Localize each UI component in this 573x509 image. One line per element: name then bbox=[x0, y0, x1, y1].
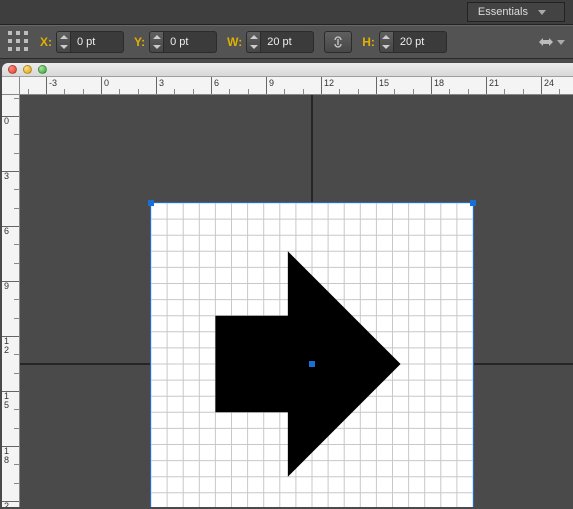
reference-point-grid[interactable] bbox=[8, 31, 30, 53]
more-options-button[interactable] bbox=[537, 31, 565, 53]
h-stepper[interactable] bbox=[379, 31, 393, 53]
ruler-tick: 0 bbox=[101, 77, 102, 95]
w-label: W: bbox=[227, 35, 242, 49]
arrow-up-icon bbox=[60, 35, 68, 39]
chevron-down-icon bbox=[538, 10, 546, 15]
chevron-down-icon bbox=[557, 40, 565, 45]
h-input[interactable] bbox=[393, 31, 447, 53]
h-label: H: bbox=[362, 35, 375, 49]
selection-handle[interactable] bbox=[470, 200, 476, 206]
ruler-vertical[interactable]: -3036912151821 bbox=[2, 95, 20, 507]
ruler-origin[interactable] bbox=[2, 77, 20, 95]
ruler-tick: 0 bbox=[2, 116, 20, 117]
ruler-tick: 12 bbox=[321, 77, 322, 95]
w-stepper[interactable] bbox=[246, 31, 260, 53]
y-stepper[interactable] bbox=[149, 31, 163, 53]
zoom-icon[interactable] bbox=[38, 65, 47, 74]
ruler-tick: 15 bbox=[2, 391, 20, 392]
y-label: Y: bbox=[134, 35, 145, 49]
minimize-icon[interactable] bbox=[23, 65, 32, 74]
ruler-tick: -3 bbox=[46, 77, 47, 95]
ruler-tick: 6 bbox=[2, 226, 20, 227]
options-bar: X: Y: W: bbox=[0, 25, 573, 59]
selection-center[interactable] bbox=[309, 361, 315, 367]
document-window: -6-303691215182124 -3036912151821 bbox=[2, 63, 573, 507]
ruler-tick: 3 bbox=[156, 77, 157, 95]
ruler-tick: 24 bbox=[541, 77, 542, 95]
ruler-tick: 3 bbox=[2, 171, 20, 172]
arrow-shape[interactable] bbox=[151, 203, 473, 507]
ruler-tick: 21 bbox=[2, 501, 20, 502]
ruler-tick: 9 bbox=[2, 281, 20, 282]
arrow-down-icon bbox=[60, 45, 68, 49]
close-icon[interactable] bbox=[8, 65, 17, 74]
ruler-tick: 18 bbox=[2, 446, 20, 447]
constrain-proportions-button[interactable] bbox=[324, 31, 352, 53]
ruler-tick: 6 bbox=[211, 77, 212, 95]
arrow-up-icon bbox=[250, 35, 258, 39]
ruler-tick: 9 bbox=[266, 77, 267, 95]
document-area: -6-303691215182124 -3036912151821 bbox=[0, 63, 573, 509]
workspace-label: Essentials bbox=[478, 6, 528, 18]
arrow-down-icon bbox=[153, 45, 161, 49]
arrow-up-icon bbox=[382, 35, 390, 39]
x-stepper[interactable] bbox=[56, 31, 70, 53]
control-bar: Essentials bbox=[0, 0, 573, 25]
y-input[interactable] bbox=[163, 31, 217, 53]
workspace-switcher[interactable]: Essentials bbox=[467, 2, 565, 22]
flip-icon bbox=[537, 35, 555, 49]
window-titlebar[interactable] bbox=[2, 63, 573, 77]
canvas[interactable] bbox=[20, 95, 573, 507]
ruler-tick: 18 bbox=[431, 77, 432, 95]
ruler-tick: 15 bbox=[376, 77, 377, 95]
ruler-horizontal[interactable]: -6-303691215182124 bbox=[20, 77, 573, 95]
ruler-tick: 12 bbox=[2, 336, 20, 337]
arrow-up-icon bbox=[153, 35, 161, 39]
x-input[interactable] bbox=[70, 31, 124, 53]
arrow-down-icon bbox=[382, 45, 390, 49]
w-input[interactable] bbox=[260, 31, 314, 53]
arrow-down-icon bbox=[250, 45, 258, 49]
selection-handle[interactable] bbox=[148, 200, 154, 206]
x-label: X: bbox=[40, 35, 52, 49]
artboard[interactable] bbox=[151, 203, 473, 507]
link-icon bbox=[331, 35, 345, 49]
ruler-tick: 21 bbox=[486, 77, 487, 95]
